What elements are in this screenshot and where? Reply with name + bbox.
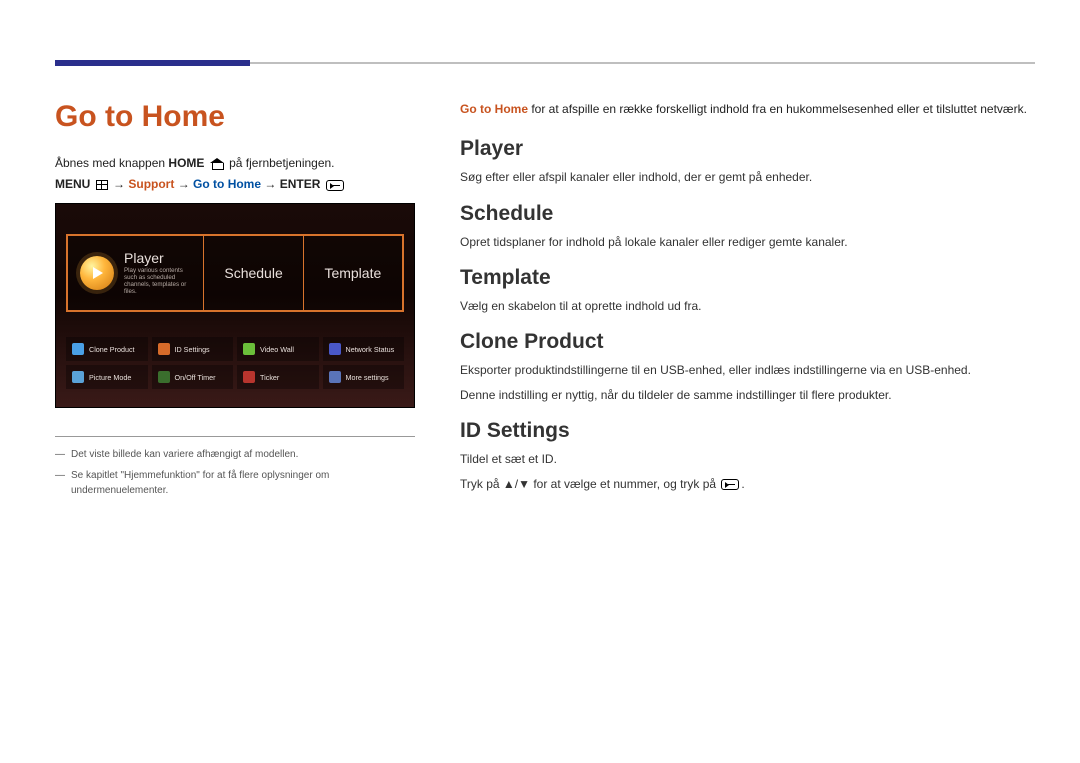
open-pre: Åbnes med knappen: [55, 156, 168, 170]
tv-cell-player: Player Play various contents such as sch…: [68, 236, 204, 310]
section-heading-id: ID Settings: [460, 419, 1035, 443]
tv-item-label: Picture Mode: [89, 373, 131, 382]
intro-lead: Go to Home: [460, 102, 528, 116]
tv-item-label: Video Wall: [260, 345, 294, 354]
tv-item-label: ID Settings: [175, 345, 210, 354]
id-d2-pre: Tryk på: [460, 477, 503, 491]
section-desc-clone-2: Denne indstilling er nyttig, når du tild…: [460, 385, 1035, 405]
menu-arrow-3: →: [261, 177, 280, 191]
right-column: Go to Home for at afspille en række fors…: [460, 100, 1035, 504]
section-desc-id-2: Tryk på ▲/▼ for at vælge et nummer, og t…: [460, 474, 1035, 495]
id-d2-post: .: [741, 477, 744, 491]
id-settings-icon: [158, 343, 170, 355]
tv-item-more-settings: More settings: [323, 365, 405, 389]
tv-item-label: On/Off Timer: [175, 373, 216, 382]
section-heading-template: Template: [460, 266, 1035, 290]
tv-item-onoff-timer: On/Off Timer: [152, 365, 234, 389]
menu-path-gohome: Go to Home: [193, 177, 261, 191]
tv-item-label: Network Status: [346, 345, 395, 354]
left-column: Go to Home Åbnes med knappen HOME på fje…: [55, 100, 425, 504]
menu-path-support: Support: [128, 177, 174, 191]
page-title: Go to Home: [55, 100, 425, 134]
updown-arrows-icon: ▲/▼: [503, 474, 530, 494]
tv-grid: Clone Product ID Settings Video Wall Net…: [66, 337, 404, 389]
tv-cell-template: Template: [304, 236, 402, 310]
home-icon: [210, 158, 224, 170]
footnote-text: Det viste billede kan variere afhængigt …: [71, 447, 298, 462]
footnote-dash: ―: [55, 468, 65, 498]
section-heading-player: Player: [460, 137, 1035, 161]
tv-main-row: Player Play various contents such as sch…: [66, 234, 404, 312]
section-heading-clone: Clone Product: [460, 330, 1035, 354]
tv-cell-schedule: Schedule: [204, 236, 303, 310]
open-bold: HOME: [168, 156, 204, 170]
tv-item-clone-product: Clone Product: [66, 337, 148, 361]
play-icon: [80, 256, 114, 290]
clone-product-icon: [72, 343, 84, 355]
tv-player-label: Player: [124, 251, 191, 266]
menu-path: MENU → Support → Go to Home → ENTER: [55, 177, 425, 191]
footnote-text: Se kapitlet "Hjemmefunktion" for at få f…: [71, 468, 415, 498]
network-status-icon: [329, 343, 341, 355]
section-desc-template: Vælg en skabelon til at oprette indhold …: [460, 296, 1035, 316]
section-heading-schedule: Schedule: [460, 202, 1035, 226]
section-desc-id-1: Tildel et sæt et ID.: [460, 449, 1035, 469]
tv-item-label: Ticker: [260, 373, 279, 382]
menu-grid-icon: [96, 180, 108, 190]
tv-item-picture-mode: Picture Mode: [66, 365, 148, 389]
footnote: ―Se kapitlet "Hjemmefunktion" for at få …: [55, 468, 415, 498]
tv-item-label: Clone Product: [89, 345, 135, 354]
menu-arrow-2: →: [174, 177, 193, 191]
enter-icon: [721, 479, 739, 490]
footnote: ― Det viste billede kan variere afhængigt…: [55, 447, 415, 462]
onoff-timer-icon: [158, 371, 170, 383]
video-wall-icon: [243, 343, 255, 355]
menu-path-enter: ENTER: [280, 177, 321, 191]
open-post: på fjernbetjeningen.: [226, 156, 335, 170]
menu-arrow-1: →: [110, 177, 129, 191]
section-desc-schedule: Opret tidsplaner for indhold på lokale k…: [460, 232, 1035, 252]
footnotes: ― Det viste billede kan variere afhængigt…: [55, 436, 415, 498]
footnote-dash: ―: [55, 447, 65, 462]
enter-icon: [326, 180, 344, 191]
tv-item-network-status: Network Status: [323, 337, 405, 361]
section-desc-clone-1: Eksporter produktindstillingerne til en …: [460, 360, 1035, 380]
header-rule-accent: [55, 60, 250, 66]
tv-item-ticker: Ticker: [237, 365, 319, 389]
picture-mode-icon: [72, 371, 84, 383]
section-desc-player: Søg efter eller afspil kanaler eller ind…: [460, 167, 1035, 187]
tv-item-id-settings: ID Settings: [152, 337, 234, 361]
intro-rest: for at afspille en række forskelligt ind…: [528, 102, 1027, 116]
tv-player-sub: Play various contents such as scheduled …: [124, 268, 191, 295]
tv-screenshot: Player Play various contents such as sch…: [55, 203, 415, 408]
tv-item-video-wall: Video Wall: [237, 337, 319, 361]
id-d2-mid: for at vælge et nummer, og tryk på: [530, 477, 719, 491]
ticker-icon: [243, 371, 255, 383]
open-instruction: Åbnes med knappen HOME på fjernbetjening…: [55, 154, 425, 173]
intro-paragraph: Go to Home for at afspille en række fors…: [460, 100, 1035, 119]
menu-path-menu: MENU: [55, 177, 90, 191]
more-settings-icon: [329, 371, 341, 383]
tv-item-label: More settings: [346, 373, 389, 382]
